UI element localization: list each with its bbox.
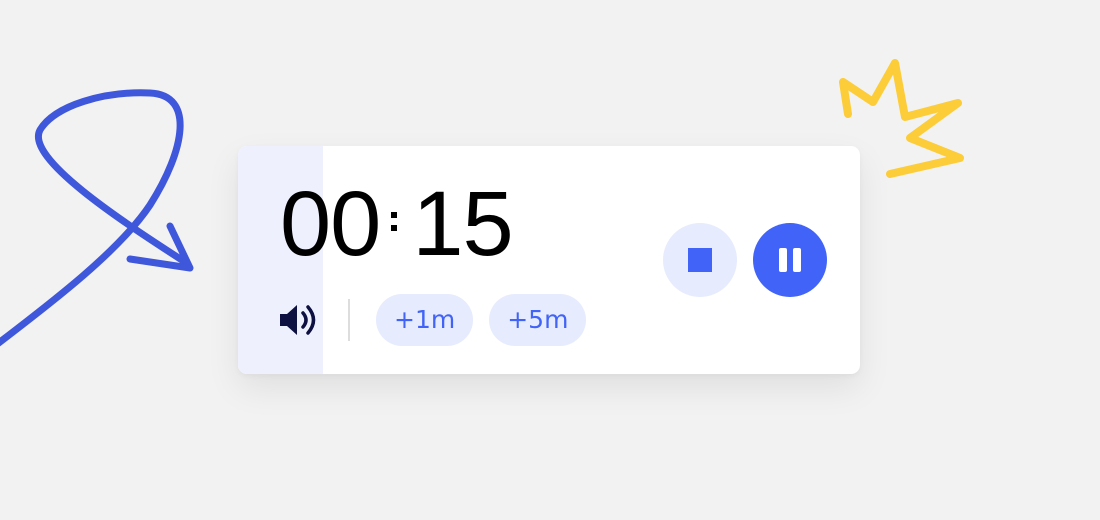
controls-divider	[348, 299, 350, 341]
minutes-value: 00	[280, 173, 381, 275]
yellow-spark-doodle	[839, 59, 964, 178]
speaker-volume-icon	[280, 305, 316, 335]
stop-button[interactable]	[663, 223, 737, 297]
pause-button[interactable]	[753, 223, 827, 297]
time-display: 00 15	[280, 173, 514, 275]
sound-toggle-button[interactable]	[278, 300, 324, 340]
blue-loop-arrow-doodle	[0, 89, 194, 347]
time-colon-separator	[391, 210, 398, 234]
seconds-value: 15	[412, 173, 513, 275]
add-1-minute-button[interactable]: +1m	[376, 294, 474, 346]
stop-icon	[688, 248, 712, 272]
pause-icon	[779, 248, 801, 272]
countdown-timer-card: 00 15 +1m +5m	[238, 146, 860, 374]
timer-controls-row: +1m +5m	[278, 294, 602, 346]
add-5-minutes-button[interactable]: +5m	[489, 294, 587, 346]
